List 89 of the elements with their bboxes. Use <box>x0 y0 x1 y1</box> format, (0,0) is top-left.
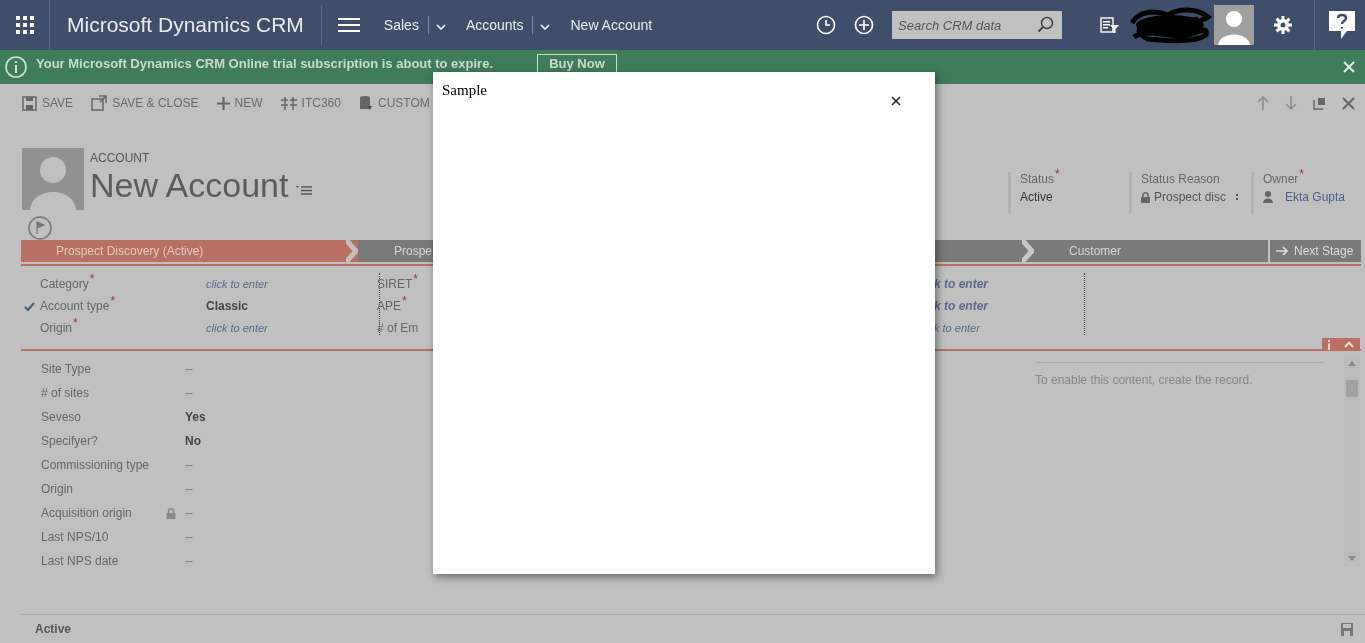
process-stage[interactable]: Customer <box>1034 240 1268 262</box>
lock-icon <box>1141 191 1150 203</box>
field-value: -- <box>185 362 193 376</box>
flag-icon[interactable] <box>28 216 52 240</box>
info-icon <box>5 56 27 78</box>
close-icon[interactable] <box>891 96 901 106</box>
chevron-up-icon <box>1344 341 1354 348</box>
database-icon <box>358 95 373 111</box>
save-close-icon <box>91 95 108 111</box>
save-icon <box>22 95 37 111</box>
field-value: Yes <box>185 410 206 424</box>
search-field[interactable]: Search CRM data <box>892 11 1062 39</box>
field-label: Specifyer? <box>41 434 99 448</box>
list-menu-icon[interactable] <box>296 185 313 195</box>
entity-label: ACCOUNT <box>90 151 151 165</box>
chevron-down-icon[interactable] <box>435 24 446 30</box>
grid-icon <box>15 16 34 34</box>
field-label: SIRET <box>377 277 413 291</box>
field-value: -- <box>185 554 193 568</box>
field-label: # of sites <box>41 386 91 400</box>
chevron-down-icon[interactable] <box>540 24 551 30</box>
filter-list-icon[interactable] <box>1100 16 1120 34</box>
required-mark: * <box>1055 169 1060 183</box>
collapse-tab[interactable] <box>1322 338 1360 351</box>
header-field-label: Status Reason <box>1141 172 1220 186</box>
scrollbar[interactable] <box>1344 355 1360 567</box>
search-icon[interactable] <box>1037 16 1054 33</box>
command-button[interactable]: NEW <box>216 96 263 110</box>
field-label: # of Em <box>377 321 419 335</box>
field-label: Category <box>40 277 89 291</box>
field-label: Seveso <box>41 410 83 424</box>
record-status: Active <box>35 622 72 636</box>
header-field-label: Owner <box>1263 172 1299 186</box>
field-label: Last NPS/10 <box>41 530 110 544</box>
field-value: No <box>185 434 201 448</box>
clock-icon[interactable] <box>816 15 836 35</box>
command-button[interactable]: CUSTOM <box>358 95 430 111</box>
record-name: New Account <box>90 165 289 205</box>
field-value[interactable]: click to enter <box>206 322 268 334</box>
save-icon[interactable] <box>1341 622 1353 636</box>
pop-out-icon[interactable] <box>1313 96 1326 110</box>
required-mark: * <box>413 274 418 288</box>
scrollbar-thumb[interactable] <box>1346 380 1358 397</box>
breadcrumb-link[interactable]: New Account <box>570 17 653 33</box>
process-stage[interactable]: Prospect Discovery (Active) <box>21 240 358 262</box>
field-label: Origin <box>41 482 74 496</box>
field-label: Site Type <box>41 362 92 376</box>
help-icon[interactable] <box>1327 9 1357 41</box>
record-avatar <box>22 148 84 210</box>
command-button[interactable]: SAVE & CLOSE <box>91 95 199 111</box>
person-icon <box>1263 191 1273 203</box>
field-label: Account type <box>40 299 110 313</box>
field-label: Acquisition origin <box>41 506 133 520</box>
required-mark: * <box>402 296 407 310</box>
field-value: -- <box>185 482 193 496</box>
field-label: Origin <box>40 321 72 335</box>
field-value: -- <box>185 506 193 520</box>
field-value[interactable]: Classic <box>206 299 249 313</box>
header-field-label: Status <box>1020 172 1055 186</box>
required-mark: * <box>89 274 95 288</box>
sliders-icon <box>280 95 297 111</box>
arrow-right-icon <box>1276 246 1288 256</box>
menu-icon[interactable] <box>337 17 360 33</box>
required-mark: * <box>1299 169 1304 183</box>
next-stage-button[interactable]: Next Stage <box>1270 240 1361 262</box>
field-value: -- <box>185 458 193 472</box>
more-icon[interactable] <box>1236 194 1239 200</box>
header-field-value: Prospect disc <box>1154 190 1227 204</box>
plus-circle-icon[interactable] <box>854 15 874 35</box>
field-value: -- <box>185 530 193 544</box>
settings-icon[interactable] <box>1274 16 1292 34</box>
field-label: Last NPS date <box>41 554 120 568</box>
field-value: -- <box>185 386 193 400</box>
required-mark: * <box>73 318 78 332</box>
breadcrumb-link[interactable]: Sales <box>383 17 419 33</box>
notification-message: Your Microsoft Dynamics CRM Online trial subscription is about to expire. <box>36 56 493 71</box>
field-label: Commissioning type <box>41 458 151 472</box>
header-field-value: Active <box>1020 190 1053 204</box>
plus-icon <box>216 96 230 110</box>
user-avatar[interactable] <box>1214 5 1254 45</box>
command-button[interactable]: ITC360 <box>280 95 341 111</box>
dialog-title: Sample <box>442 82 487 99</box>
breadcrumb-link[interactable]: Accounts <box>465 17 524 33</box>
command-button[interactable]: SAVE <box>22 95 74 111</box>
field-label: APE <box>377 299 401 313</box>
field-value[interactable]: click to enter <box>206 278 268 290</box>
header-field-value[interactable]: Ekta Gupta <box>1285 190 1346 204</box>
app-title: Microsoft Dynamics CRM <box>67 13 304 37</box>
required-mark: * <box>110 296 116 310</box>
